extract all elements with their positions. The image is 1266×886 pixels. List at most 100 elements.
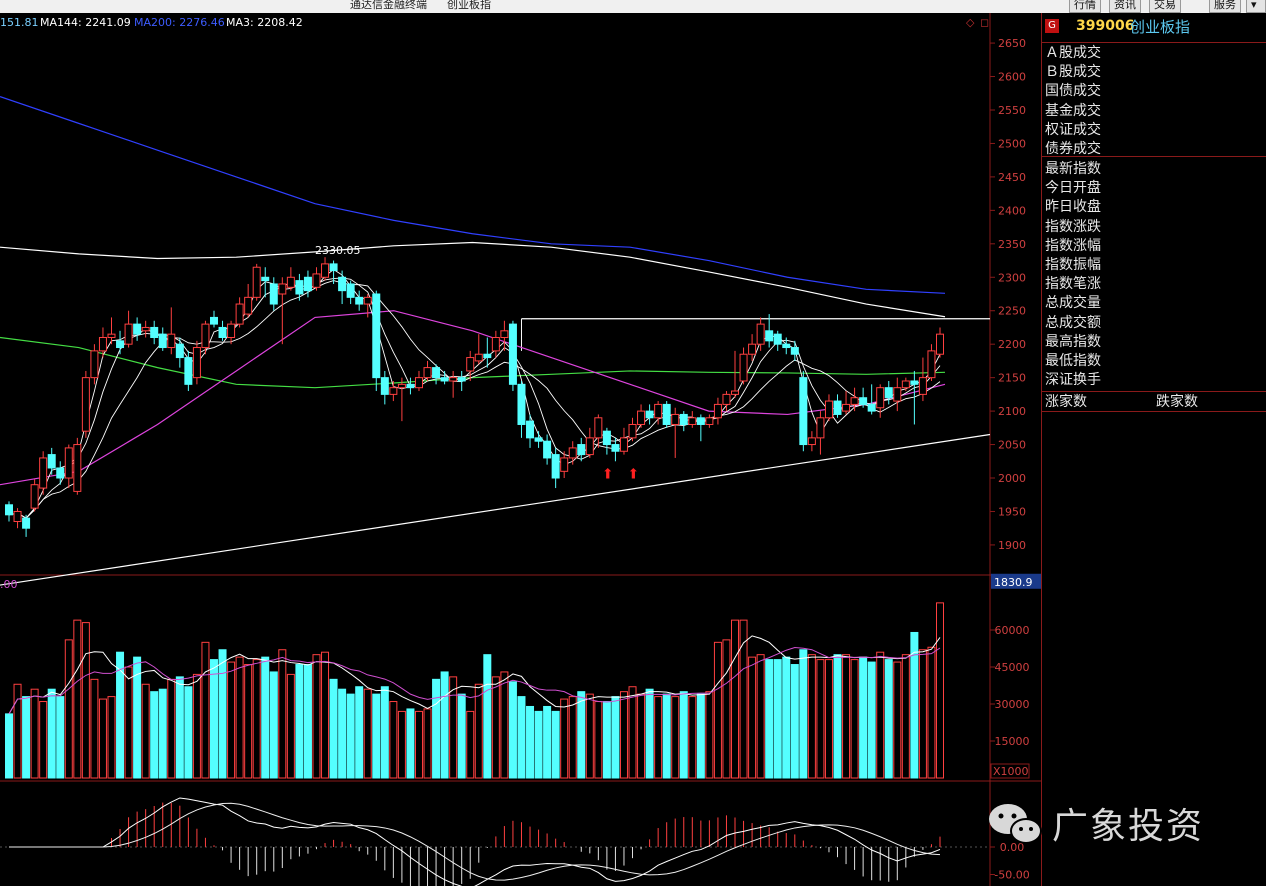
volume-bar (662, 693, 671, 779)
volume-bar (107, 696, 116, 779)
volume-bar (731, 619, 740, 779)
candle-body (397, 383, 406, 389)
candle-body (662, 403, 671, 425)
candle-body (64, 447, 73, 479)
news-button[interactable]: 资讯 (1109, 0, 1141, 13)
wechat-icon (989, 804, 1042, 844)
volume-bar (338, 688, 347, 779)
index-stat-item: 指数涨跌 (1045, 218, 1101, 235)
trade-button[interactable]: 交易 (1149, 0, 1181, 13)
price-tick-label: 2550 (998, 104, 1026, 117)
volume-bar (577, 691, 586, 779)
candle-body (329, 263, 338, 272)
candle-body (133, 323, 142, 335)
volume-bar (748, 656, 757, 779)
volume-bar (98, 698, 107, 779)
candle-body (22, 517, 31, 529)
volume-bar (56, 696, 65, 779)
candle-body (414, 377, 423, 389)
candle-body (671, 413, 680, 425)
volume-bar (39, 701, 48, 779)
price-tick-label: 2200 (998, 338, 1026, 351)
candle-body (637, 410, 646, 425)
volume-bar (432, 678, 441, 779)
volume-bar (756, 654, 765, 779)
candle-body (611, 444, 620, 452)
volume-bar (312, 654, 321, 779)
volume-bar (654, 696, 663, 779)
candle-body (209, 316, 218, 325)
macd-diff-line (9, 797, 941, 886)
stock-chart[interactable]: ◇ ◻ 1900 1950 2000 2050 2100 2150 2200 2250 2300 23… (0, 13, 1041, 886)
volume-bar (534, 710, 543, 779)
volume-bar (466, 710, 475, 779)
candle-body (824, 400, 833, 419)
candle-body (585, 437, 594, 456)
candle-body (936, 333, 944, 355)
candle-body (739, 353, 748, 382)
candle-body (201, 323, 210, 349)
volume-bar (64, 639, 73, 779)
volume-bar (201, 641, 210, 779)
candle-body (568, 447, 577, 459)
divider (1042, 391, 1266, 392)
volume-bar (696, 693, 705, 779)
volume-bar (637, 693, 646, 779)
candle-body (474, 353, 483, 362)
candle-body (261, 276, 270, 282)
price-tick-label: 2650 (998, 37, 1026, 50)
volume-bar (329, 678, 338, 779)
candle-body (286, 276, 295, 288)
volume-bar (389, 701, 398, 779)
candle-body (628, 423, 637, 439)
volume-tick-label: 60000 (995, 624, 1030, 637)
candle-body (227, 323, 236, 338)
service-button[interactable]: 服务 (1209, 0, 1241, 13)
candle-body (722, 393, 731, 405)
volume-bar (799, 649, 808, 779)
volume-bar (867, 661, 876, 779)
candle-body (884, 387, 893, 399)
volume-bar (47, 688, 56, 779)
index-stat-item: 最新指数 (1045, 161, 1101, 177)
candle-body (192, 347, 201, 379)
price-tick-label: 2000 (998, 472, 1026, 485)
candle-body (406, 383, 415, 389)
app-title: 通达信金融终端 (350, 0, 427, 11)
volume-bar (457, 693, 466, 779)
volume-bar (209, 659, 218, 779)
divider (1042, 156, 1266, 157)
volume-bar (918, 649, 927, 779)
candle-body (13, 510, 22, 523)
candle-body (218, 326, 227, 338)
price-tick-label: 2500 (998, 137, 1026, 150)
candle-body (449, 377, 458, 382)
security-code: 399006 (1076, 18, 1135, 34)
volume-bar (594, 701, 603, 779)
candle-body (807, 437, 816, 446)
candle-body (235, 303, 244, 325)
volume-bar (859, 656, 868, 779)
candle-body (765, 330, 774, 342)
security-header: G 399006 创业板指 (1042, 13, 1266, 43)
candle-body (799, 377, 808, 446)
security-name: 创业板指 (1130, 18, 1191, 36)
signal-arrow-icon: ⬆ (602, 467, 614, 483)
candle-body (850, 397, 859, 405)
price-tick-label: 1900 (998, 539, 1026, 552)
price-tick-label: 2100 (998, 405, 1026, 418)
price-tick-label: 1950 (998, 505, 1026, 518)
volume-bar (150, 691, 159, 779)
candle-body (713, 403, 722, 419)
quotes-button[interactable]: 行情 (1069, 0, 1101, 13)
volume-bar (568, 696, 577, 779)
volume-bar (500, 671, 509, 779)
volume-bar (440, 671, 449, 779)
volume-unit-label: X1000 (993, 765, 1029, 778)
candle-body (423, 367, 432, 379)
legend-ma200: MA200: 2276.46 (134, 16, 225, 29)
price-tick-label: 2300 (998, 271, 1026, 284)
volume-bar (252, 659, 261, 779)
candle-body (141, 326, 150, 332)
window-menu-icon[interactable]: ▾ (1246, 0, 1266, 13)
